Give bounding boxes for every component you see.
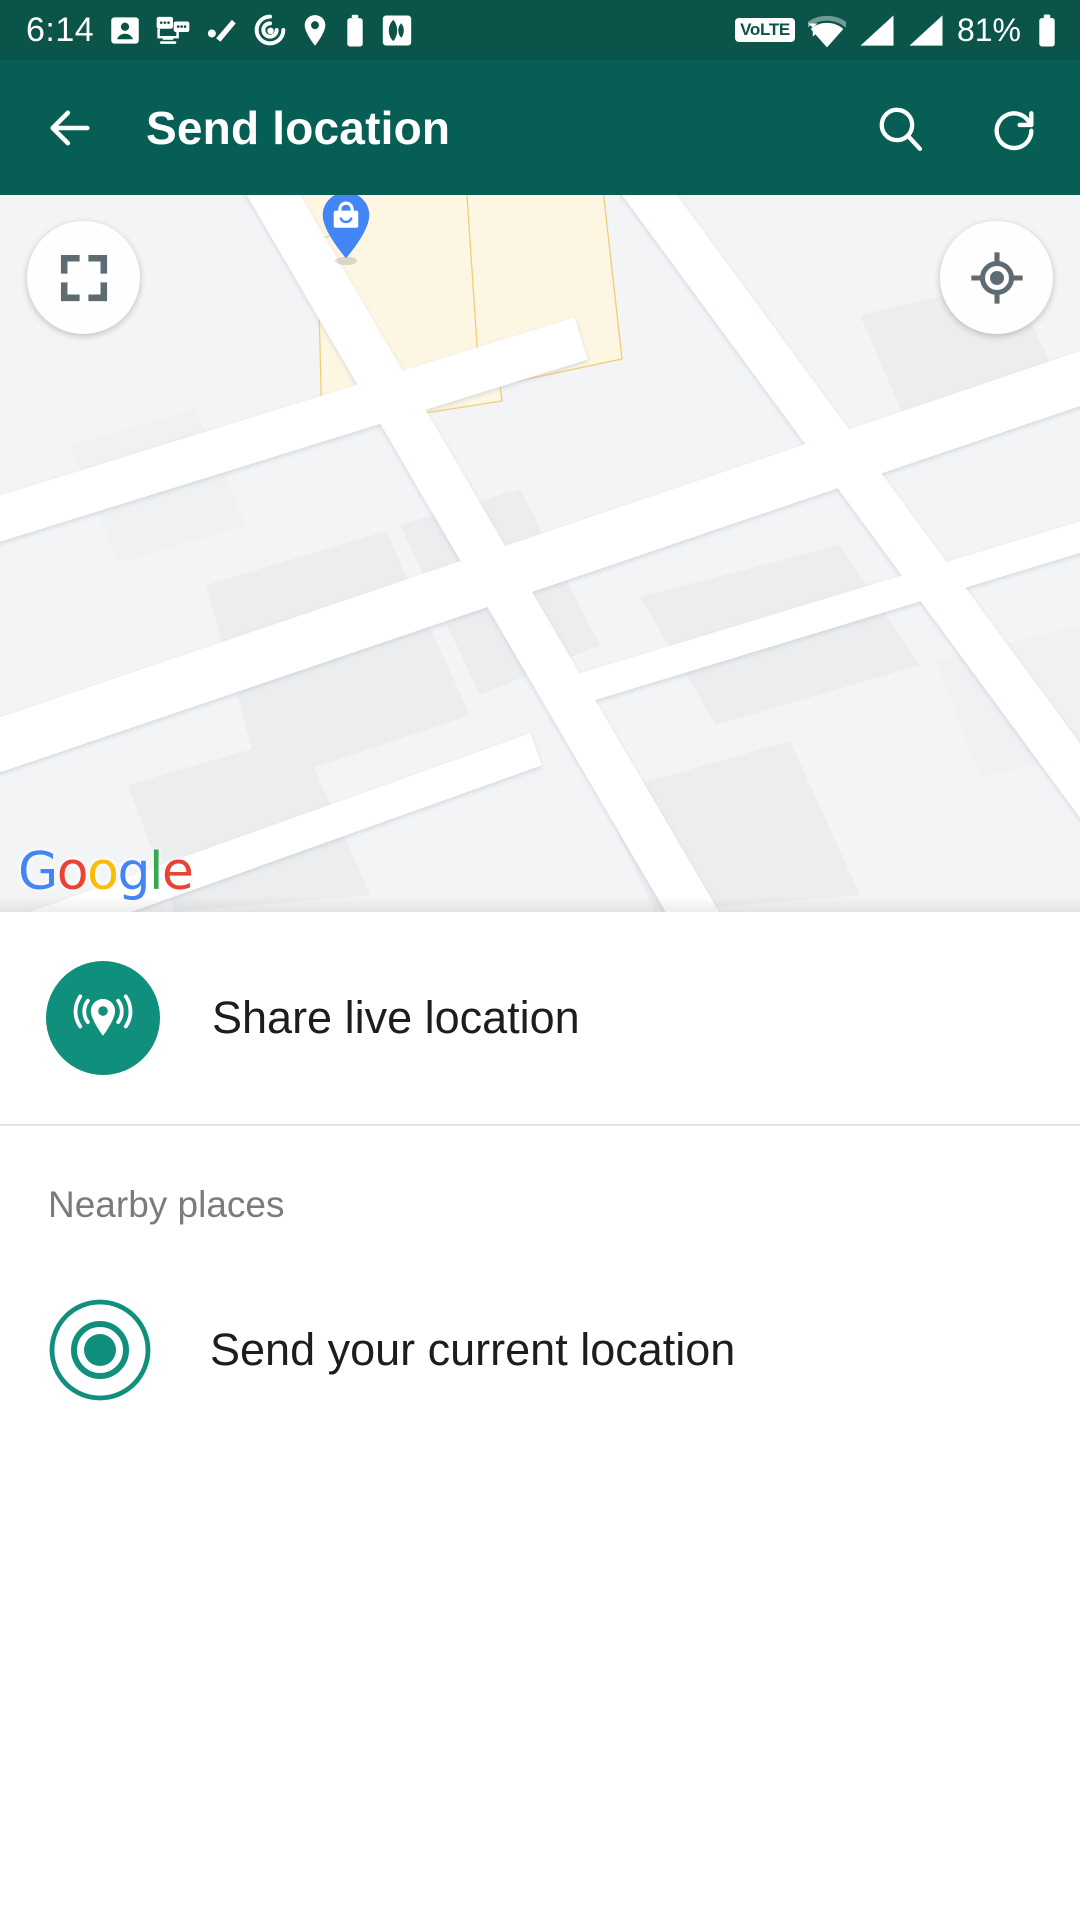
search-icon bbox=[879, 107, 923, 151]
nearby-places-header: Nearby places bbox=[48, 1184, 285, 1225]
current-location-target-icon bbox=[49, 1299, 151, 1401]
location-options-sheet: Share live location Nearby places Send y… bbox=[0, 912, 1080, 1920]
status-bar-left-group: 6:14 bbox=[26, 13, 412, 47]
google-logo-o1: o bbox=[56, 842, 89, 902]
app-bar-actions bbox=[874, 102, 1040, 154]
app-bar: Send location bbox=[0, 60, 1080, 195]
map-view[interactable]: Google bbox=[0, 195, 1080, 912]
battery-percent-label: 81% bbox=[956, 12, 1021, 48]
refresh-icon bbox=[994, 110, 1034, 150]
page-title: Send location bbox=[146, 101, 451, 154]
battery-saver-icon bbox=[347, 14, 363, 46]
back-arrow-icon bbox=[50, 110, 90, 145]
google-logo-g2: g bbox=[117, 842, 150, 902]
live-location-broadcast-icon bbox=[73, 994, 133, 1036]
status-clock: 6:14 bbox=[26, 11, 95, 49]
fullscreen-button[interactable] bbox=[27, 221, 140, 334]
send-current-location-label: Send your current location bbox=[210, 1324, 736, 1375]
signal-bar-icon-1 bbox=[860, 14, 894, 46]
wifi-icon bbox=[807, 15, 846, 47]
edit-pen-icon bbox=[208, 19, 236, 42]
google-logo-l: l bbox=[148, 842, 163, 902]
store-shopping-bag-pin[interactable] bbox=[318, 195, 374, 267]
google-logo-g1: G bbox=[18, 842, 58, 902]
google-attribution-logo: Google bbox=[18, 846, 194, 898]
google-logo-e: e bbox=[161, 842, 194, 902]
map-canvas bbox=[0, 195, 1080, 912]
contact-card-icon bbox=[111, 16, 139, 44]
my-location-button[interactable] bbox=[940, 221, 1053, 334]
screen-share-chat-icon bbox=[156, 16, 190, 44]
google-logo-o2: o bbox=[87, 842, 119, 902]
send-current-location-row[interactable]: Send your current location bbox=[0, 1266, 1080, 1434]
share-live-location-label: Share live location bbox=[212, 992, 580, 1043]
fullscreen-expand-icon bbox=[60, 254, 107, 301]
share-live-location-row[interactable]: Share live location bbox=[0, 912, 1080, 1124]
status-bar-right-group: VoLTE 81% bbox=[735, 14, 1058, 47]
send-location-screen: 6:14 VoLTE 81% Send location Google Shar… bbox=[0, 0, 1080, 1920]
my-location-crosshair-icon bbox=[970, 251, 1023, 304]
battery-icon bbox=[1039, 14, 1055, 46]
volte-badge: VoLTE bbox=[735, 18, 795, 42]
location-pin-icon bbox=[304, 14, 326, 46]
refresh-button[interactable] bbox=[988, 102, 1040, 154]
radar-spiral-icon bbox=[254, 14, 286, 46]
signal-bar-icon-2 bbox=[909, 14, 943, 46]
search-button[interactable] bbox=[874, 102, 926, 154]
back-button[interactable] bbox=[44, 102, 96, 154]
live-location-badge bbox=[46, 961, 160, 1075]
status-bar: 6:14 VoLTE 81% bbox=[0, 0, 1080, 60]
diamond-shape-icon bbox=[383, 15, 412, 45]
